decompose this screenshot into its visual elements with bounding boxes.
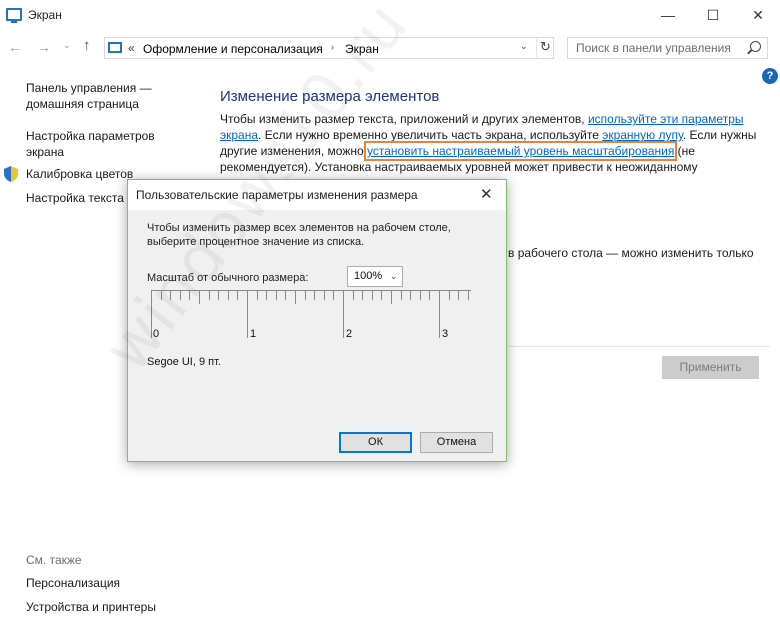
- ruler-tick: [391, 290, 392, 304]
- ruler-tick: [314, 290, 316, 300]
- ruler-number: 3: [442, 328, 449, 340]
- partial-text: в рабочего стола — можно изменить только: [508, 246, 754, 260]
- divider: [508, 346, 770, 347]
- shield-icon: [4, 166, 18, 182]
- scale-label: Масштаб от обычного размера:: [147, 272, 309, 284]
- control-panel-icon: [108, 42, 122, 53]
- scale-select[interactable]: 100% ⌄: [347, 266, 403, 287]
- ruler-tick: [247, 290, 248, 338]
- ruler-tick: [189, 290, 191, 300]
- ruler-tick: [285, 290, 287, 300]
- ruler-tick: [371, 290, 373, 300]
- apply-button[interactable]: Применить: [662, 356, 759, 379]
- ruler-tick: [381, 290, 383, 300]
- ruler-tick: [419, 290, 421, 300]
- ruler-tick: [227, 290, 229, 300]
- sidebar-item-control-panel-home[interactable]: Панель управления — домашняя страница: [26, 80, 166, 112]
- chevron-down-icon[interactable]: ⌄: [520, 41, 528, 52]
- scale-ruler[interactable]: 0 1 2 3: [151, 290, 475, 345]
- ruler-number: 1: [250, 328, 257, 340]
- navigation-bar: ← → ⌄ ↑ « Оформление и персонализация › …: [0, 31, 780, 63]
- dialog-title: Пользовательские параметры изменения раз…: [136, 188, 418, 202]
- ruler-tick: [448, 290, 450, 300]
- ruler-tick: [410, 290, 412, 300]
- ruler-tick: [208, 290, 210, 300]
- ruler-tick: [439, 290, 440, 338]
- ruler-tick: [352, 290, 354, 300]
- ruler-tick: [179, 290, 181, 300]
- window-titlebar: Экран — ☐ ✕: [0, 0, 780, 31]
- paragraph-text: . Если нужно временно увеличить часть эк…: [258, 128, 603, 142]
- ruler-tick: [160, 290, 162, 300]
- ruler-number: 0: [153, 328, 160, 340]
- ruler-tick: [362, 290, 364, 300]
- page-title: Изменение размера элементов: [220, 88, 440, 105]
- minimize-button[interactable]: —: [645, 0, 691, 31]
- window-title: Экран: [28, 8, 62, 22]
- chevron-right-icon[interactable]: ›: [331, 42, 334, 52]
- ruler-number: 2: [346, 328, 353, 340]
- ruler-tick: [256, 290, 258, 300]
- up-arrow-icon[interactable]: ↑: [83, 37, 91, 54]
- search-icon[interactable]: [750, 41, 761, 52]
- font-sample-label: Segoe UI, 9 пт.: [147, 356, 221, 368]
- ruler-tick: [151, 290, 152, 338]
- scale-select-value: 100%: [354, 270, 383, 282]
- ruler-tick: [429, 290, 431, 300]
- display-icon: [6, 8, 22, 23]
- refresh-icon[interactable]: ↻: [536, 39, 554, 57]
- ruler-tick: [400, 290, 402, 300]
- sidebar-item-display-settings[interactable]: Настройка параметров экрана: [26, 128, 166, 160]
- breadcrumb-overflow[interactable]: «: [128, 41, 135, 55]
- sidebar-item-personalization[interactable]: Персонализация: [26, 575, 166, 591]
- ruler-tick: [237, 290, 239, 300]
- ruler-tick: [170, 290, 172, 300]
- help-icon[interactable]: ?: [762, 68, 778, 84]
- ruler-tick: [275, 290, 277, 300]
- chevron-down-icon: ⌄: [390, 271, 398, 281]
- ruler-tick: [266, 290, 268, 300]
- breadcrumb-display[interactable]: Экран: [345, 42, 379, 56]
- dialog-description: Чтобы изменить размер всех элементов на …: [147, 222, 451, 248]
- ok-button[interactable]: ОК: [339, 432, 412, 453]
- chevron-down-icon[interactable]: ⌄: [63, 40, 71, 51]
- see-also-heading: См. также: [26, 553, 82, 567]
- cancel-button[interactable]: Отмена: [420, 432, 493, 453]
- ruler-tick: [304, 290, 306, 300]
- ruler-tick: [199, 290, 200, 304]
- custom-sizing-dialog: Пользовательские параметры изменения раз…: [127, 179, 507, 462]
- paragraph-text: Чтобы изменить размер текста, приложений…: [220, 112, 588, 126]
- breadcrumb-appearance[interactable]: Оформление и персонализация: [143, 42, 323, 56]
- ruler-tick: [323, 290, 325, 300]
- close-icon[interactable]: ✕: [480, 185, 493, 203]
- maximize-button[interactable]: ☐: [690, 0, 736, 31]
- custom-scaling-link[interactable]: установить настраиваемый уровень масштаб…: [364, 141, 678, 161]
- ruler-tick: [295, 290, 296, 304]
- sidebar-item-devices-printers[interactable]: Устройства и принтеры: [26, 599, 166, 615]
- magnifier-link[interactable]: экранную лупу: [602, 128, 683, 142]
- ruler-tick: [467, 290, 469, 300]
- dialog-titlebar: Пользовательские параметры изменения раз…: [128, 180, 506, 210]
- ruler-tick: [333, 290, 335, 300]
- ruler-tick: [218, 290, 220, 300]
- back-arrow-icon[interactable]: ←: [8, 39, 22, 55]
- address-bar[interactable]: « Оформление и персонализация › Экран ⌄ …: [104, 37, 554, 59]
- close-button[interactable]: ✕: [735, 0, 780, 31]
- search-input[interactable]: [568, 38, 748, 58]
- ruler-tick: [343, 290, 344, 338]
- search-box[interactable]: [567, 37, 768, 59]
- forward-arrow-icon[interactable]: →: [37, 39, 51, 55]
- ruler-tick: [458, 290, 460, 300]
